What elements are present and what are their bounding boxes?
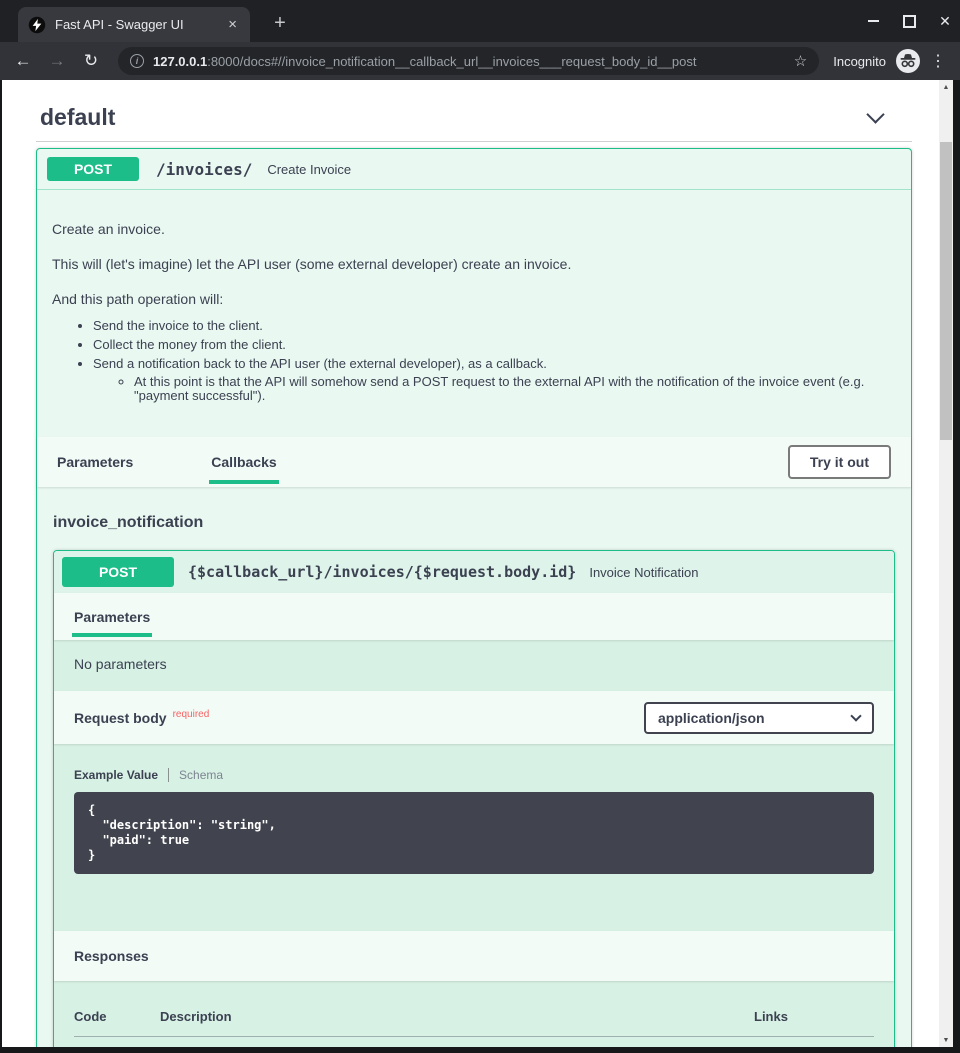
response-code: 200	[74, 1037, 160, 1048]
responses-header-row: Responses	[54, 931, 894, 981]
tab-example-value[interactable]: Example Value	[74, 768, 158, 782]
media-type-value: application/json	[658, 710, 852, 726]
list-item: Send a notification back to the API user…	[93, 356, 891, 403]
callback-path: {$callback_url}/invoices/{$request.body.…	[188, 563, 576, 581]
operation-description: Create an invoice. This will (let's imag…	[37, 190, 911, 437]
opblock-create-invoice: POST /invoices/ Create Invoice Create an…	[36, 148, 912, 1047]
tab-parameters[interactable]: Parameters	[57, 454, 133, 470]
scroll-down-icon[interactable]: ▼	[939, 1033, 953, 1047]
browser-menu-icon[interactable]: ⋮	[930, 51, 946, 71]
page-viewport: default POST /invoices/ Create Invoice C…	[2, 80, 953, 1047]
tab-strip: Fast API - Swagger UI × + ✕	[0, 0, 960, 42]
description-sublist: At this point is that the API will someh…	[93, 375, 891, 403]
required-badge: required	[173, 709, 210, 720]
minimize-button[interactable]	[866, 14, 880, 28]
section-title: default	[40, 104, 115, 131]
tab-title: Fast API - Swagger UI	[55, 17, 225, 32]
method-badge: POST	[47, 157, 139, 181]
tab-divider	[168, 768, 169, 782]
browser-toolbar: ← → ↻ i 127.0.0.1:8000/docs#//invoice_no…	[0, 42, 960, 80]
reload-icon[interactable]: ↻	[78, 48, 104, 74]
column-header-links: Links	[754, 1009, 874, 1037]
browser-tab[interactable]: Fast API - Swagger UI ×	[18, 7, 250, 42]
list-item: Send the invoice to the client.	[93, 318, 891, 333]
table-row: 200 Successful Response No links	[74, 1037, 874, 1048]
request-body-label: Request bodyrequired	[74, 710, 209, 726]
forward-icon[interactable]: →	[44, 48, 70, 74]
request-body-row: Request bodyrequired application/json	[54, 691, 894, 744]
incognito-label: Incognito	[833, 54, 886, 69]
method-badge: POST	[62, 557, 174, 587]
incognito-icon	[896, 49, 920, 73]
fastapi-favicon-icon	[28, 16, 46, 34]
description-paragraph: Create an invoice.	[52, 220, 891, 239]
page-scrollbar[interactable]: ▲ ▼	[939, 80, 953, 1047]
back-icon[interactable]: ←	[10, 48, 36, 74]
new-tab-button[interactable]: +	[266, 9, 294, 37]
description-paragraph: This will (let's imagine) let the API us…	[52, 255, 891, 274]
callback-summary[interactable]: POST {$callback_url}/invoices/{$request.…	[54, 551, 894, 593]
responses-table-section: Code Description Links 200 Successful Re…	[54, 981, 894, 1047]
opblock-summary[interactable]: POST /invoices/ Create Invoice	[37, 149, 911, 190]
operation-path: /invoices/	[156, 160, 252, 179]
column-header-code: Code	[74, 1009, 160, 1037]
operation-tabs-row: Parameters Callbacks Try it out	[37, 437, 911, 487]
close-button[interactable]: ✕	[938, 14, 952, 28]
callback-summary-text: Invoice Notification	[589, 565, 698, 580]
model-example-tabs: Example Value Schema	[74, 768, 874, 782]
request-body-section: Example Value Schema { "description": "s…	[54, 744, 894, 931]
tab-parameters-inner[interactable]: Parameters	[74, 609, 150, 625]
description-paragraph: And this path operation will:	[52, 290, 891, 309]
section-header-default[interactable]: default	[40, 102, 912, 132]
callbacks-body: invoice_notification POST {$callback_url…	[37, 514, 911, 1047]
url-text: 127.0.0.1:8000/docs#//invoice_notificati…	[153, 54, 786, 69]
swagger-page: default POST /invoices/ Create Invoice C…	[2, 80, 939, 1047]
tab-close-icon[interactable]: ×	[225, 16, 240, 33]
tab-callbacks[interactable]: Callbacks	[211, 454, 276, 470]
bookmark-star-icon[interactable]: ☆	[794, 52, 807, 70]
callback-name: invoice_notification	[53, 514, 895, 532]
media-type-select[interactable]: application/json	[644, 702, 874, 734]
parameters-header-row: Parameters	[54, 593, 894, 640]
opblock-invoice-notification: POST {$callback_url}/invoices/{$request.…	[53, 550, 895, 1047]
url-rest: :8000/docs#//invoice_notification__callb…	[207, 54, 696, 69]
example-code-block: { "description": "string", "paid": true …	[74, 792, 874, 874]
tab-schema[interactable]: Schema	[179, 768, 223, 782]
no-parameters-section: No parameters	[54, 640, 894, 691]
window-controls: ✕	[866, 8, 952, 34]
operation-summary: Create Invoice	[267, 162, 351, 177]
description-list: Send the invoice to the client. Collect …	[52, 318, 891, 403]
chevron-down-icon	[850, 710, 861, 721]
chevron-down-icon[interactable]	[866, 105, 884, 123]
url-host: 127.0.0.1	[153, 54, 207, 69]
no-parameters-text: No parameters	[74, 656, 167, 672]
maximize-button[interactable]	[902, 14, 916, 28]
column-header-description: Description	[160, 1009, 754, 1037]
section-divider	[36, 141, 912, 142]
list-item: Collect the money from the client.	[93, 337, 891, 352]
response-description: Successful Response	[160, 1037, 754, 1048]
scrollbar-thumb[interactable]	[940, 142, 952, 440]
page-info-icon[interactable]: i	[130, 54, 144, 68]
address-bar[interactable]: i 127.0.0.1:8000/docs#//invoice_notifica…	[118, 47, 819, 75]
try-it-out-button[interactable]: Try it out	[788, 445, 891, 479]
response-links: No links	[754, 1037, 874, 1048]
responses-table: Code Description Links 200 Successful Re…	[74, 1009, 874, 1047]
browser-window: Fast API - Swagger UI × + ✕ ← → ↻ i 127.…	[0, 0, 960, 1053]
scroll-up-icon[interactable]: ▲	[939, 80, 953, 94]
list-item: At this point is that the API will someh…	[134, 375, 891, 403]
responses-label: Responses	[74, 948, 149, 964]
